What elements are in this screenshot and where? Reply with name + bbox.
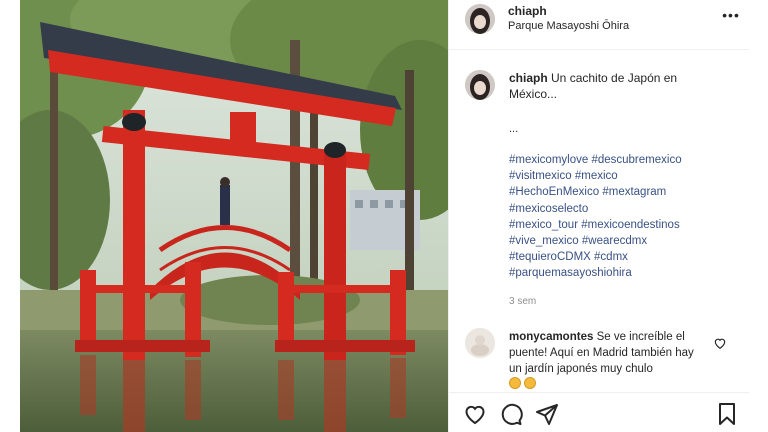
commenter-username[interactable]: monycamontes <box>509 331 593 343</box>
caption-text: chiaph Un cachito de Japón en México... <box>509 70 709 102</box>
hashtag-line: #mexico_tour #mexicoendestinos <box>509 217 741 233</box>
more-horizontal-icon[interactable]: ••• <box>721 8 741 26</box>
post-location[interactable]: Parque Masayoshi Ōhira <box>508 20 629 32</box>
hashtag-line: #vive_mexico #wearecdmx <box>509 233 741 249</box>
hashtag-link[interactable]: #mextagram <box>602 186 666 198</box>
comment-icon[interactable] <box>499 402 523 426</box>
hashtag-link[interactable]: #tequieroCDMX <box>509 251 591 263</box>
caption-avatar[interactable] <box>465 70 495 100</box>
author-avatar[interactable] <box>465 4 495 34</box>
bookmark-icon[interactable] <box>715 402 739 426</box>
hashtag-link[interactable]: #visitmexico <box>509 170 572 182</box>
hashtag-link[interactable]: #mexico <box>575 170 618 182</box>
hashtag-link[interactable]: #descubremexico <box>591 154 681 166</box>
post-photo[interactable] <box>20 0 448 432</box>
hashtag-link[interactable]: #HechoEnMexico <box>509 186 599 198</box>
caption-ellipsis: ... <box>509 123 519 135</box>
commenter-avatar[interactable] <box>465 328 495 358</box>
caption-username[interactable]: chiaph <box>509 71 548 85</box>
hashtag-link[interactable]: #mexicoselecto <box>509 203 588 215</box>
send-icon[interactable] <box>535 402 559 426</box>
hashtag-line: #mexicomylove #descubremexico <box>509 152 741 168</box>
heart-icon[interactable] <box>463 402 487 426</box>
hashtag-list: #mexicomylove #descubremexico #visitmexic… <box>509 152 741 282</box>
smile-emoji-icon <box>524 377 536 389</box>
author-username[interactable]: chiaph <box>508 4 547 18</box>
comment-text: monycamontes Se ve increíble el puente! … <box>509 329 709 377</box>
hashtag-line: #visitmexico #mexico <box>509 168 741 184</box>
torii-gate-photo <box>20 0 448 432</box>
smile-emoji-icon <box>509 377 521 389</box>
post-timestamp[interactable]: 3 sem <box>509 296 536 307</box>
action-bar <box>449 392 749 432</box>
hashtag-line: #mexicoselecto <box>509 201 741 217</box>
comment-like-heart-icon[interactable] <box>713 336 727 350</box>
hashtag-link[interactable]: #mexicomylove <box>509 154 588 166</box>
hashtag-link[interactable]: #cdmx <box>594 251 628 263</box>
hashtag-link[interactable]: #vive_mexico <box>509 235 579 247</box>
hashtag-link[interactable]: #parquemasayoshiohira <box>509 267 632 279</box>
hashtag-line: #parquemasayoshiohira <box>509 265 741 281</box>
hashtag-link[interactable]: #mexico_tour <box>509 219 578 231</box>
hashtag-line: #HechoEnMexico #mextagram <box>509 184 741 200</box>
hashtag-link[interactable]: #mexicoendestinos <box>581 219 679 231</box>
hashtag-link[interactable]: #wearecdmx <box>582 235 647 247</box>
comment-emojis <box>509 377 539 389</box>
post-header: chiaph Parque Masayoshi Ōhira ••• <box>449 0 749 50</box>
hashtag-line: #tequieroCDMX #cdmx <box>509 249 741 265</box>
post-side-panel: chiaph Parque Masayoshi Ōhira ••• chiaph… <box>448 0 749 432</box>
